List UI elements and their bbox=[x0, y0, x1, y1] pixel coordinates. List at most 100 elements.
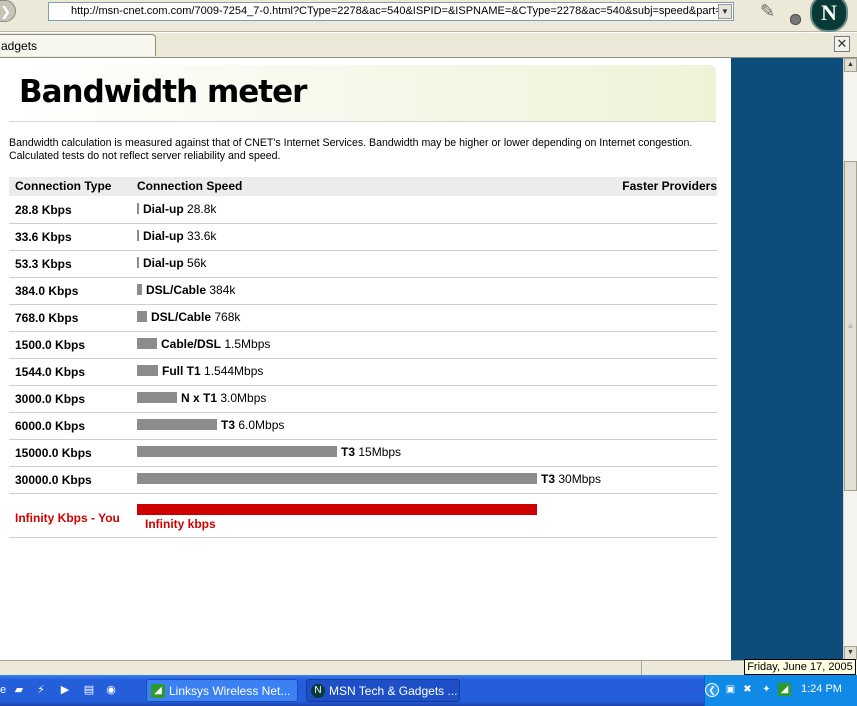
header-connection-speed: Connection Speed bbox=[137, 179, 243, 193]
row-type: Full T1 bbox=[162, 364, 201, 378]
task-msn[interactable]: N MSN Tech & Gadgets ... bbox=[306, 679, 460, 702]
table-row: 53.3 Kbps Dial-up 56k bbox=[9, 251, 717, 278]
table-row: 15000.0 Kbps T3 15Mbps bbox=[9, 440, 717, 467]
table-row: 384.0 Kbps DSL/Cable 384k bbox=[9, 278, 717, 305]
row-type: Cable/DSL bbox=[161, 337, 222, 351]
ie-icon[interactable]: e bbox=[0, 683, 10, 697]
task-linksys-label: Linksys Wireless Net... bbox=[169, 684, 291, 698]
speed-bar bbox=[137, 311, 147, 322]
speed-bar bbox=[137, 284, 142, 295]
title-band: Bandwidth meter bbox=[9, 65, 716, 121]
row-type: Dial-up bbox=[143, 202, 184, 216]
speed-bar bbox=[137, 473, 537, 484]
row-type: T3 bbox=[541, 472, 556, 486]
scroll-down-icon[interactable]: ▼ bbox=[844, 646, 857, 660]
search-gadget-icon[interactable]: ✎ bbox=[760, 1, 801, 25]
scroll-thumb[interactable]: ≡ bbox=[844, 161, 857, 491]
row-kbps: 30000.0 Kbps bbox=[15, 473, 92, 487]
wireless-icon[interactable]: ◢ bbox=[778, 683, 791, 696]
tab-strip: adgets ✕ bbox=[0, 33, 857, 58]
winamp-icon[interactable]: ⚡ bbox=[34, 683, 48, 697]
row-speed-value: 768k bbox=[214, 310, 241, 324]
row-speed-value: 30Mbps bbox=[558, 472, 602, 486]
your-speed-row: Infinity Kbps - You Infinity kbps bbox=[9, 493, 717, 538]
row-speed: T3 30Mbps bbox=[541, 472, 601, 486]
header-faster-providers: Faster Providers bbox=[622, 179, 717, 193]
description: Bandwidth calculation is measured agains… bbox=[9, 137, 719, 163]
notepad-icon[interactable]: ▤ bbox=[82, 683, 96, 697]
tab-active[interactable]: adgets bbox=[0, 34, 156, 56]
row-speed: T3 15Mbps bbox=[341, 445, 401, 459]
row-kbps: 6000.0 Kbps bbox=[15, 419, 86, 433]
tray-expand-icon[interactable]: ❮ bbox=[705, 683, 719, 697]
row-type: Dial-up bbox=[143, 229, 184, 243]
row-type: N x T1 bbox=[181, 391, 218, 405]
description-line-2: Calculated tests do not reflect server r… bbox=[9, 150, 281, 162]
table-row: 6000.0 Kbps T3 6.0Mbps bbox=[9, 413, 717, 440]
row-speed: T3 6.0Mbps bbox=[221, 418, 284, 432]
date-tooltip: Friday, June 17, 2005 bbox=[744, 659, 856, 675]
vertical-scrollbar[interactable]: ▲ ≡ ▼ bbox=[843, 58, 857, 660]
netscape-logo-icon: N bbox=[810, 0, 848, 32]
row-speed-value: 384k bbox=[209, 283, 236, 297]
back-button[interactable]: ❯ bbox=[0, 0, 16, 22]
row-speed-value: 15Mbps bbox=[358, 445, 402, 459]
speed-bar bbox=[137, 392, 177, 403]
row-speed-value: 28.8k bbox=[187, 202, 217, 216]
messenger-icon[interactable]: ◉ bbox=[104, 683, 118, 697]
task-msn-label: MSN Tech & Gadgets ... bbox=[329, 684, 458, 698]
table-row: 30000.0 Kbps T3 30Mbps bbox=[9, 467, 717, 494]
header-connection-type: Connection Type bbox=[15, 179, 112, 193]
row-type: Dial-up bbox=[143, 256, 184, 270]
row-kbps: 1500.0 Kbps bbox=[15, 338, 86, 352]
row-speed-value: 1.544Mbps bbox=[204, 364, 264, 378]
clock: 1:24 PM bbox=[801, 683, 842, 695]
right-sidebar-panel bbox=[731, 58, 843, 660]
row-kbps: 33.6 Kbps bbox=[15, 230, 72, 244]
title-divider bbox=[9, 121, 716, 122]
url-text: http://msn-cnet.com.com/7009-7254_7-0.ht… bbox=[71, 5, 722, 17]
description-line-1: Bandwidth calculation is measured agains… bbox=[9, 137, 693, 149]
speed-bar bbox=[137, 338, 157, 349]
task-linksys[interactable]: ◢ Linksys Wireless Net... bbox=[146, 679, 298, 702]
row-speed-value: 6.0Mbps bbox=[238, 418, 285, 432]
network-icon[interactable]: ▣ bbox=[724, 683, 737, 696]
network-alert-icon[interactable]: ✖ bbox=[741, 683, 754, 696]
close-tab-icon[interactable]: ✕ bbox=[834, 36, 850, 52]
row-speed: Dial-up 33.6k bbox=[143, 229, 216, 243]
row-kbps: 28.8 Kbps bbox=[15, 203, 72, 217]
speed-bar bbox=[137, 230, 139, 241]
table-header: Connection Type Connection Speed Faster … bbox=[9, 177, 717, 196]
page-title: Bandwidth meter bbox=[19, 74, 307, 110]
row-speed-value: 56k bbox=[187, 256, 207, 270]
row-kbps: 15000.0 Kbps bbox=[15, 446, 92, 460]
media-player-icon[interactable]: ▶ bbox=[58, 683, 72, 697]
row-speed: DSL/Cable 768k bbox=[151, 310, 240, 324]
row-type: T3 bbox=[221, 418, 236, 432]
table-row: 768.0 Kbps DSL/Cable 768k bbox=[9, 305, 717, 332]
row-speed-value: 1.5Mbps bbox=[224, 337, 271, 351]
table-row: 1500.0 Kbps Cable/DSL 1.5Mbps bbox=[9, 332, 717, 359]
row-type: T3 bbox=[341, 445, 356, 459]
table-row: 1544.0 Kbps Full T1 1.544Mbps bbox=[9, 359, 717, 386]
row-speed: Cable/DSL 1.5Mbps bbox=[161, 337, 270, 351]
linksys-icon: ◢ bbox=[151, 684, 165, 698]
scroll-up-icon[interactable]: ▲ bbox=[844, 58, 857, 72]
gear-icon[interactable]: ✦ bbox=[760, 683, 773, 696]
row-speed: Dial-up 28.8k bbox=[143, 202, 216, 216]
row-speed: DSL/Cable 384k bbox=[146, 283, 235, 297]
table-row: 28.8 Kbps Dial-up 28.8k bbox=[9, 197, 717, 224]
taskbar: e ▰ ⚡ ▶ ▤ ◉ ◢ Linksys Wireless Net... N … bbox=[0, 675, 857, 706]
netscape-icon: N bbox=[311, 684, 325, 698]
table-row: 3000.0 Kbps N x T1 3.0Mbps bbox=[9, 386, 717, 413]
speed-bar bbox=[137, 365, 158, 376]
speed-bar bbox=[137, 446, 337, 457]
your-speed-bar bbox=[137, 504, 537, 515]
folder-icon[interactable]: ▰ bbox=[12, 683, 26, 697]
your-speed-label: Infinity Kbps - You bbox=[15, 511, 120, 525]
address-bar[interactable]: http://msn-cnet.com.com/7009-7254_7-0.ht… bbox=[48, 2, 734, 21]
row-speed-value: 3.0Mbps bbox=[220, 391, 267, 405]
row-kbps: 3000.0 Kbps bbox=[15, 392, 86, 406]
row-kbps: 53.3 Kbps bbox=[15, 257, 72, 271]
url-dropdown-button[interactable]: ▼ bbox=[718, 4, 732, 19]
